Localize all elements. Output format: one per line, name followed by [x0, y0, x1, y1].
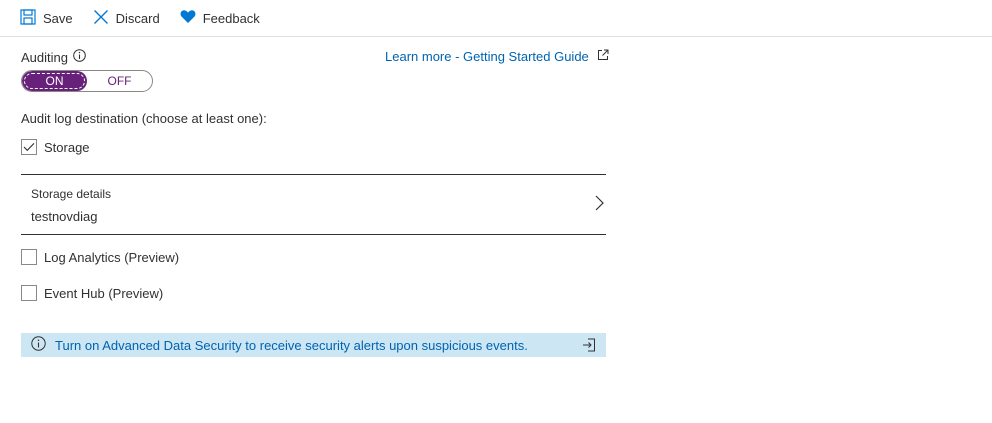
auditing-label-text: Auditing [21, 49, 68, 65]
close-icon [93, 9, 116, 28]
storage-details-value: testnovdiag [31, 209, 98, 224]
event-hub-label: Event Hub (Preview) [44, 285, 164, 301]
storage-checkbox[interactable] [21, 139, 37, 155]
save-button[interactable]: Save [20, 0, 73, 37]
log-analytics-checkbox[interactable] [21, 249, 37, 265]
storage-details-title: Storage details [31, 187, 112, 201]
command-bar: Save Discard Feedback [0, 0, 992, 37]
log-analytics-checkbox-row[interactable]: Log Analytics (Preview) [21, 249, 179, 265]
storage-label: Storage [44, 139, 90, 155]
learn-more-text: Learn more - Getting Started Guide [385, 49, 589, 64]
event-hub-checkbox-row[interactable]: Event Hub (Preview) [21, 285, 163, 301]
feedback-label: Feedback [202, 10, 260, 26]
toggle-off-option[interactable]: OFF [87, 71, 152, 91]
chevron-right-icon [595, 195, 604, 214]
heart-icon [180, 9, 203, 27]
info-icon[interactable] [73, 49, 86, 65]
banner-message: Turn on Advanced Data Security to receiv… [55, 337, 528, 353]
auditing-label: Auditing [21, 49, 86, 65]
advanced-data-security-banner[interactable]: Turn on Advanced Data Security to receiv… [21, 333, 606, 357]
info-icon [31, 336, 46, 354]
auditing-toggle[interactable]: ON OFF [21, 70, 153, 92]
storage-checkbox-row[interactable]: Storage [21, 139, 90, 155]
checkmark-icon [23, 140, 35, 155]
save-label: Save [43, 10, 73, 26]
log-analytics-label: Log Analytics (Preview) [44, 249, 180, 265]
save-icon [20, 8, 43, 28]
external-link-icon [589, 49, 609, 64]
storage-details-row[interactable]: Storage details testnovdiag [21, 174, 606, 235]
event-hub-checkbox[interactable] [21, 285, 37, 301]
audit-destination-label: Audit log destination (choose at least o… [21, 111, 267, 126]
learn-more-link[interactable]: Learn more - Getting Started Guide [385, 49, 609, 64]
discard-button[interactable]: Discard [93, 0, 160, 37]
toggle-on-option[interactable]: ON [22, 71, 87, 91]
navigate-icon [582, 338, 596, 355]
feedback-button[interactable]: Feedback [180, 0, 260, 37]
discard-label: Discard [115, 10, 160, 26]
